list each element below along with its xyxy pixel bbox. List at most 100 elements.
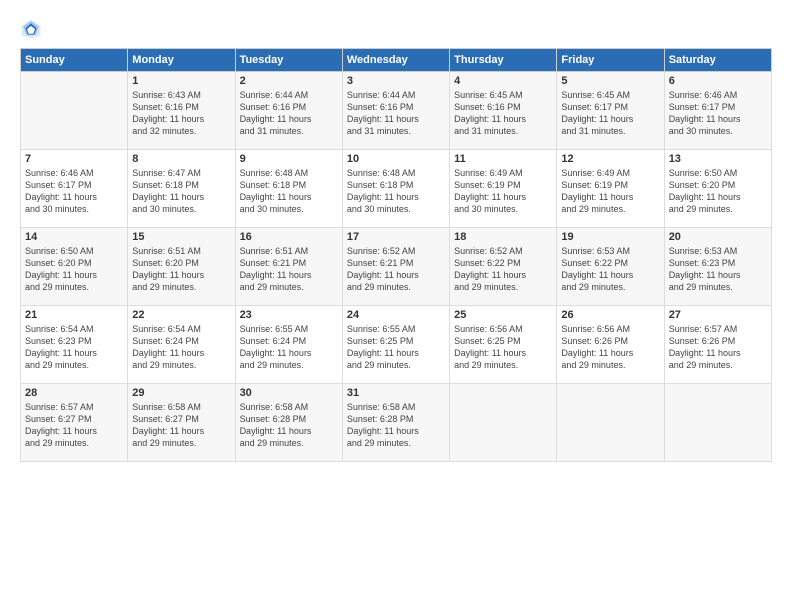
logo-icon bbox=[20, 18, 42, 40]
day-number: 23 bbox=[240, 309, 338, 321]
day-number: 15 bbox=[132, 231, 230, 243]
day-info: Sunrise: 6:51 AM Sunset: 6:21 PM Dayligh… bbox=[240, 245, 338, 294]
day-number: 13 bbox=[669, 153, 767, 165]
day-cell: 12 Sunrise: 6:49 AM Sunset: 6:19 PM Dayli… bbox=[557, 150, 664, 228]
day-number: 2 bbox=[240, 75, 338, 87]
day-number: 28 bbox=[25, 387, 123, 399]
col-header-monday: Monday bbox=[128, 49, 235, 72]
day-info: Sunrise: 6:55 AM Sunset: 6:24 PM Dayligh… bbox=[240, 323, 338, 372]
day-info: Sunrise: 6:49 AM Sunset: 6:19 PM Dayligh… bbox=[561, 167, 659, 216]
day-cell: 3 Sunrise: 6:44 AM Sunset: 6:16 PM Daylig… bbox=[342, 72, 449, 150]
day-info: Sunrise: 6:52 AM Sunset: 6:22 PM Dayligh… bbox=[454, 245, 552, 294]
day-cell: 29 Sunrise: 6:58 AM Sunset: 6:27 PM Dayli… bbox=[128, 384, 235, 462]
day-number: 18 bbox=[454, 231, 552, 243]
col-header-tuesday: Tuesday bbox=[235, 49, 342, 72]
day-info: Sunrise: 6:56 AM Sunset: 6:26 PM Dayligh… bbox=[561, 323, 659, 372]
day-cell: 4 Sunrise: 6:45 AM Sunset: 6:16 PM Daylig… bbox=[450, 72, 557, 150]
day-info: Sunrise: 6:48 AM Sunset: 6:18 PM Dayligh… bbox=[347, 167, 445, 216]
calendar-table: SundayMondayTuesdayWednesdayThursdayFrid… bbox=[20, 48, 772, 462]
day-cell: 10Sunrise: 6:48 AM Sunset: 6:18 PM Dayli… bbox=[342, 150, 449, 228]
day-cell: 19Sunrise: 6:53 AM Sunset: 6:22 PM Dayli… bbox=[557, 228, 664, 306]
day-cell: 2 Sunrise: 6:44 AM Sunset: 6:16 PM Daylig… bbox=[235, 72, 342, 150]
day-number: 24 bbox=[347, 309, 445, 321]
day-number: 17 bbox=[347, 231, 445, 243]
day-cell: 1Sunrise: 6:43 AM Sunset: 6:16 PM Daylig… bbox=[128, 72, 235, 150]
day-cell bbox=[450, 384, 557, 462]
header bbox=[20, 18, 772, 40]
day-cell: 13Sunrise: 6:50 AM Sunset: 6:20 PM Dayli… bbox=[664, 150, 771, 228]
day-info: Sunrise: 6:50 AM Sunset: 6:20 PM Dayligh… bbox=[25, 245, 123, 294]
day-info: Sunrise: 6:58 AM Sunset: 6:27 PM Dayligh… bbox=[132, 401, 230, 450]
day-number: 27 bbox=[669, 309, 767, 321]
day-cell: 7 Sunrise: 6:46 AM Sunset: 6:17 PM Daylig… bbox=[21, 150, 128, 228]
day-cell: 27 Sunrise: 6:57 AM Sunset: 6:26 PM Dayli… bbox=[664, 306, 771, 384]
day-cell bbox=[557, 384, 664, 462]
week-row-3: 14 Sunrise: 6:50 AM Sunset: 6:20 PM Dayli… bbox=[21, 228, 772, 306]
day-number: 25 bbox=[454, 309, 552, 321]
logo bbox=[20, 18, 46, 40]
day-info: Sunrise: 6:55 AM Sunset: 6:25 PM Dayligh… bbox=[347, 323, 445, 372]
header-row: SundayMondayTuesdayWednesdayThursdayFrid… bbox=[21, 49, 772, 72]
day-info: Sunrise: 6:48 AM Sunset: 6:18 PM Dayligh… bbox=[240, 167, 338, 216]
day-cell: 18 Sunrise: 6:52 AM Sunset: 6:22 PM Dayli… bbox=[450, 228, 557, 306]
day-number: 14 bbox=[25, 231, 123, 243]
day-info: Sunrise: 6:44 AM Sunset: 6:16 PM Dayligh… bbox=[240, 89, 338, 138]
day-info: Sunrise: 6:44 AM Sunset: 6:16 PM Dayligh… bbox=[347, 89, 445, 138]
day-number: 21 bbox=[25, 309, 123, 321]
day-info: Sunrise: 6:58 AM Sunset: 6:28 PM Dayligh… bbox=[240, 401, 338, 450]
day-number: 11 bbox=[454, 153, 552, 165]
calendar-thead: SundayMondayTuesdayWednesdayThursdayFrid… bbox=[21, 49, 772, 72]
day-info: Sunrise: 6:45 AM Sunset: 6:17 PM Dayligh… bbox=[561, 89, 659, 138]
day-cell: 15 Sunrise: 6:51 AM Sunset: 6:20 PM Dayli… bbox=[128, 228, 235, 306]
day-info: Sunrise: 6:57 AM Sunset: 6:27 PM Dayligh… bbox=[25, 401, 123, 450]
day-number: 22 bbox=[132, 309, 230, 321]
day-cell bbox=[21, 72, 128, 150]
day-cell: 16 Sunrise: 6:51 AM Sunset: 6:21 PM Dayli… bbox=[235, 228, 342, 306]
day-info: Sunrise: 6:58 AM Sunset: 6:28 PM Dayligh… bbox=[347, 401, 445, 450]
day-info: Sunrise: 6:52 AM Sunset: 6:21 PM Dayligh… bbox=[347, 245, 445, 294]
day-cell: 9 Sunrise: 6:48 AM Sunset: 6:18 PM Daylig… bbox=[235, 150, 342, 228]
day-info: Sunrise: 6:51 AM Sunset: 6:20 PM Dayligh… bbox=[132, 245, 230, 294]
day-info: Sunrise: 6:46 AM Sunset: 6:17 PM Dayligh… bbox=[25, 167, 123, 216]
day-info: Sunrise: 6:54 AM Sunset: 6:23 PM Dayligh… bbox=[25, 323, 123, 372]
col-header-friday: Friday bbox=[557, 49, 664, 72]
day-info: Sunrise: 6:45 AM Sunset: 6:16 PM Dayligh… bbox=[454, 89, 552, 138]
day-cell: 31 Sunrise: 6:58 AM Sunset: 6:28 PM Dayli… bbox=[342, 384, 449, 462]
day-cell: 11 Sunrise: 6:49 AM Sunset: 6:19 PM Dayli… bbox=[450, 150, 557, 228]
week-row-1: 1Sunrise: 6:43 AM Sunset: 6:16 PM Daylig… bbox=[21, 72, 772, 150]
day-cell: 23 Sunrise: 6:55 AM Sunset: 6:24 PM Dayli… bbox=[235, 306, 342, 384]
day-info: Sunrise: 6:47 AM Sunset: 6:18 PM Dayligh… bbox=[132, 167, 230, 216]
day-info: Sunrise: 6:46 AM Sunset: 6:17 PM Dayligh… bbox=[669, 89, 767, 138]
day-number: 29 bbox=[132, 387, 230, 399]
day-cell: 5Sunrise: 6:45 AM Sunset: 6:17 PM Daylig… bbox=[557, 72, 664, 150]
page: SundayMondayTuesdayWednesdayThursdayFrid… bbox=[0, 0, 792, 612]
day-cell: 24 Sunrise: 6:55 AM Sunset: 6:25 PM Dayli… bbox=[342, 306, 449, 384]
day-cell: 6 Sunrise: 6:46 AM Sunset: 6:17 PM Daylig… bbox=[664, 72, 771, 150]
day-cell: 22Sunrise: 6:54 AM Sunset: 6:24 PM Dayli… bbox=[128, 306, 235, 384]
day-number: 7 bbox=[25, 153, 123, 165]
day-cell: 30 Sunrise: 6:58 AM Sunset: 6:28 PM Dayli… bbox=[235, 384, 342, 462]
week-row-5: 28 Sunrise: 6:57 AM Sunset: 6:27 PM Dayli… bbox=[21, 384, 772, 462]
day-cell: 28 Sunrise: 6:57 AM Sunset: 6:27 PM Dayli… bbox=[21, 384, 128, 462]
day-cell: 20Sunrise: 6:53 AM Sunset: 6:23 PM Dayli… bbox=[664, 228, 771, 306]
day-info: Sunrise: 6:49 AM Sunset: 6:19 PM Dayligh… bbox=[454, 167, 552, 216]
day-number: 9 bbox=[240, 153, 338, 165]
day-cell bbox=[664, 384, 771, 462]
day-number: 6 bbox=[669, 75, 767, 87]
col-header-wednesday: Wednesday bbox=[342, 49, 449, 72]
calendar-tbody: 1Sunrise: 6:43 AM Sunset: 6:16 PM Daylig… bbox=[21, 72, 772, 462]
day-number: 1 bbox=[132, 75, 230, 87]
day-cell: 21 Sunrise: 6:54 AM Sunset: 6:23 PM Dayli… bbox=[21, 306, 128, 384]
day-info: Sunrise: 6:53 AM Sunset: 6:22 PM Dayligh… bbox=[561, 245, 659, 294]
day-number: 8 bbox=[132, 153, 230, 165]
day-info: Sunrise: 6:57 AM Sunset: 6:26 PM Dayligh… bbox=[669, 323, 767, 372]
col-header-saturday: Saturday bbox=[664, 49, 771, 72]
day-number: 4 bbox=[454, 75, 552, 87]
col-header-thursday: Thursday bbox=[450, 49, 557, 72]
day-number: 31 bbox=[347, 387, 445, 399]
col-header-sunday: Sunday bbox=[21, 49, 128, 72]
day-number: 30 bbox=[240, 387, 338, 399]
day-number: 3 bbox=[347, 75, 445, 87]
day-number: 16 bbox=[240, 231, 338, 243]
day-number: 12 bbox=[561, 153, 659, 165]
